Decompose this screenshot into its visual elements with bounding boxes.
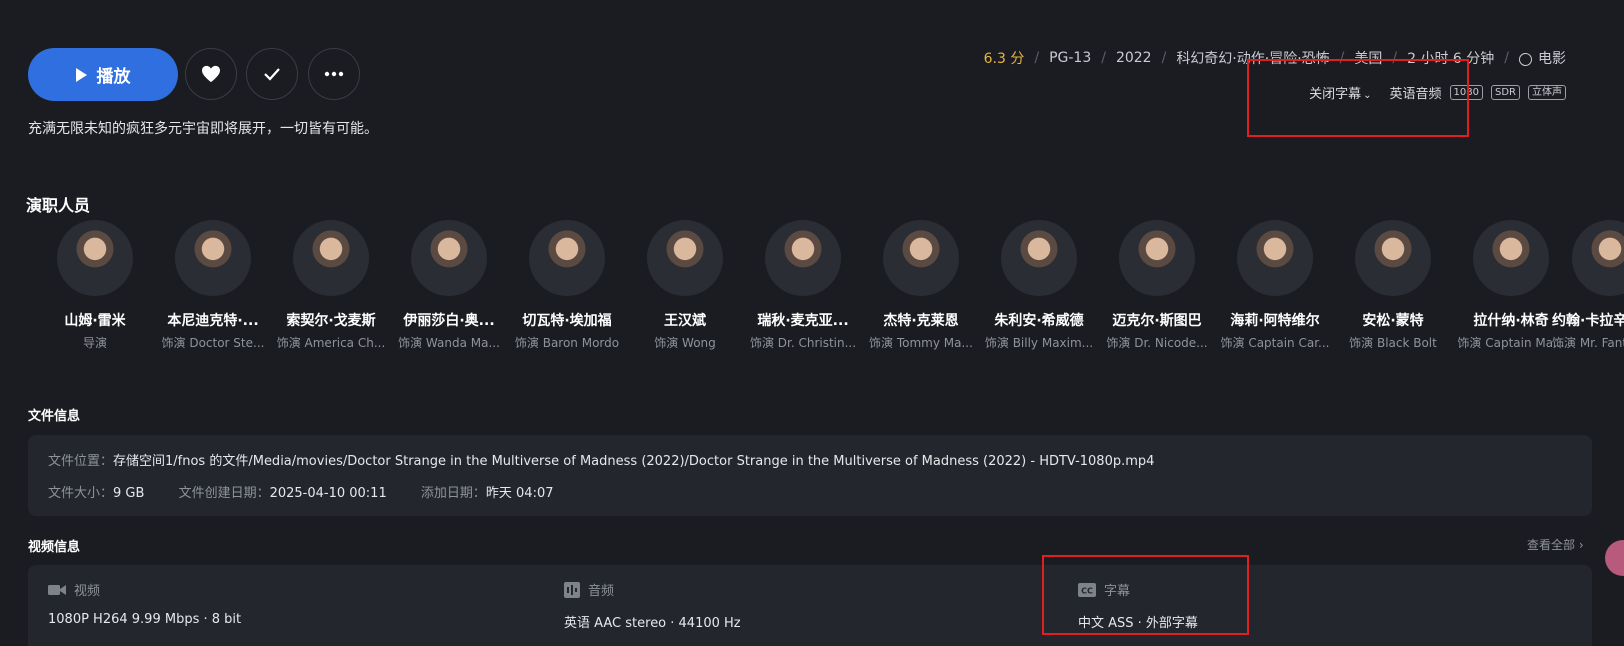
video-camera-icon (48, 584, 66, 595)
cast-member[interactable]: 伊丽莎白·奥... 饰演 Wanda Ma... (390, 220, 508, 351)
cast-member[interactable]: 王汉斌 饰演 Wong (626, 220, 744, 351)
user-avatar[interactable] (1605, 540, 1624, 576)
avatar (1237, 220, 1313, 296)
cast-member[interactable]: 杰特·克莱恩 饰演 Tommy Ma... (862, 220, 980, 351)
dynamic-range-badge: SDR (1491, 85, 1520, 100)
rating: PG-13 (1049, 50, 1092, 66)
cast-member[interactable]: 安松·蒙特 饰演 Black Bolt (1334, 220, 1452, 351)
avatar (1001, 220, 1077, 296)
year: 2022 (1115, 50, 1152, 66)
audio-stream-value: 英语 AAC stereo · 44100 Hz (564, 616, 741, 631)
avatar (1473, 220, 1549, 296)
cast-title: 演职人员 (26, 196, 91, 215)
video-stream-header: 视频 (48, 580, 100, 599)
file-added: 昨天 04:07 (485, 486, 554, 501)
more-button[interactable] (308, 48, 360, 100)
play-label: 播放 (96, 67, 131, 87)
file-info-panel: 文件位置：存储空间1/fnos 的文件/Media/movies/Doctor … (28, 435, 1592, 516)
cast-member[interactable]: 本尼迪克特·... 饰演 Doctor Ste... (154, 220, 272, 351)
film-icon (1519, 52, 1532, 66)
avatar (765, 220, 841, 296)
view-all-link[interactable]: 查看全部 › (1527, 536, 1584, 553)
avatar (175, 220, 251, 296)
cast-list: 山姆·雷米 导演 本尼迪克特·... 饰演 Doctor Ste... 索契尔·戈麦… (36, 220, 1570, 351)
favorite-button[interactable] (185, 48, 237, 100)
file-location-row: 文件位置：存储空间1/fnos 的文件/Media/movies/Doctor … (48, 454, 1155, 469)
audio-stream-header: 音频 (564, 580, 614, 599)
mark-watched-button[interactable] (246, 48, 298, 100)
avatar (411, 220, 487, 296)
cast-member[interactable]: 约翰·卡拉辛 饰演 Mr. Fant (1552, 220, 1624, 351)
chevron-right-icon: › (1578, 538, 1584, 552)
media-type: 电影 (1538, 51, 1566, 67)
file-location: 存储空间1/fnos 的文件/Media/movies/Doctor Stran… (113, 454, 1155, 469)
more-icon (324, 71, 344, 77)
file-info-title: 文件信息 (28, 409, 81, 424)
file-size: 9 GB (113, 486, 145, 501)
file-created: 2025-04-10 00:11 (269, 486, 387, 501)
avatar (529, 220, 605, 296)
avatar (293, 220, 369, 296)
cast-member[interactable]: 瑞秋·麦克亚... 饰演 Dr. Christin... (744, 220, 862, 351)
video-stream-value: 1080P H264 9.99 Mbps · 8 bit (48, 612, 242, 627)
highlight-box-subtitle-info (1042, 555, 1249, 635)
score: 6.3 分 (983, 51, 1025, 67)
avatar (1355, 220, 1431, 296)
cast-member[interactable]: 索契尔·戈麦斯 饰演 America Ch... (272, 220, 390, 351)
check-icon (264, 68, 280, 81)
cast-overflow-clip: 约翰·卡拉辛 饰演 Mr. Fant (1552, 220, 1624, 360)
video-info-title: 视频信息 (28, 540, 81, 555)
avatar (1572, 220, 1624, 296)
cast-member[interactable]: 海莉·阿特维尔 饰演 Captain Car... (1216, 220, 1334, 351)
cast-member[interactable]: 切瓦特·埃加福 饰演 Baron Mordo (508, 220, 626, 351)
play-icon (75, 67, 87, 82)
avatar (57, 220, 133, 296)
file-details-row: 文件大小：9 GB 文件创建日期：2025-04-10 00:11 添加日期：昨… (48, 486, 554, 501)
heart-icon (202, 65, 220, 83)
audio-wave-icon (564, 581, 580, 598)
cast-member[interactable]: 朱利安·希威德 饰演 Billy Maxim... (980, 220, 1098, 351)
play-button[interactable]: 播放 (28, 48, 178, 101)
avatar (1119, 220, 1195, 296)
avatar (647, 220, 723, 296)
cast-member[interactable]: 迈克尔·斯图巴 饰演 Dr. Nicode... (1098, 220, 1216, 351)
avatar (883, 220, 959, 296)
highlight-box-subtitle-audio (1247, 59, 1469, 137)
video-info-panel: 视频 1080P H264 9.99 Mbps · 8 bit 音频 英语 AA… (28, 565, 1592, 646)
tagline: 充满无限未知的疯狂多元宇宙即将展开，一切皆有可能。 (28, 121, 378, 137)
audio-channel-badge: 立体声 (1528, 85, 1566, 100)
cast-member[interactable]: 山姆·雷米 导演 (36, 220, 154, 351)
